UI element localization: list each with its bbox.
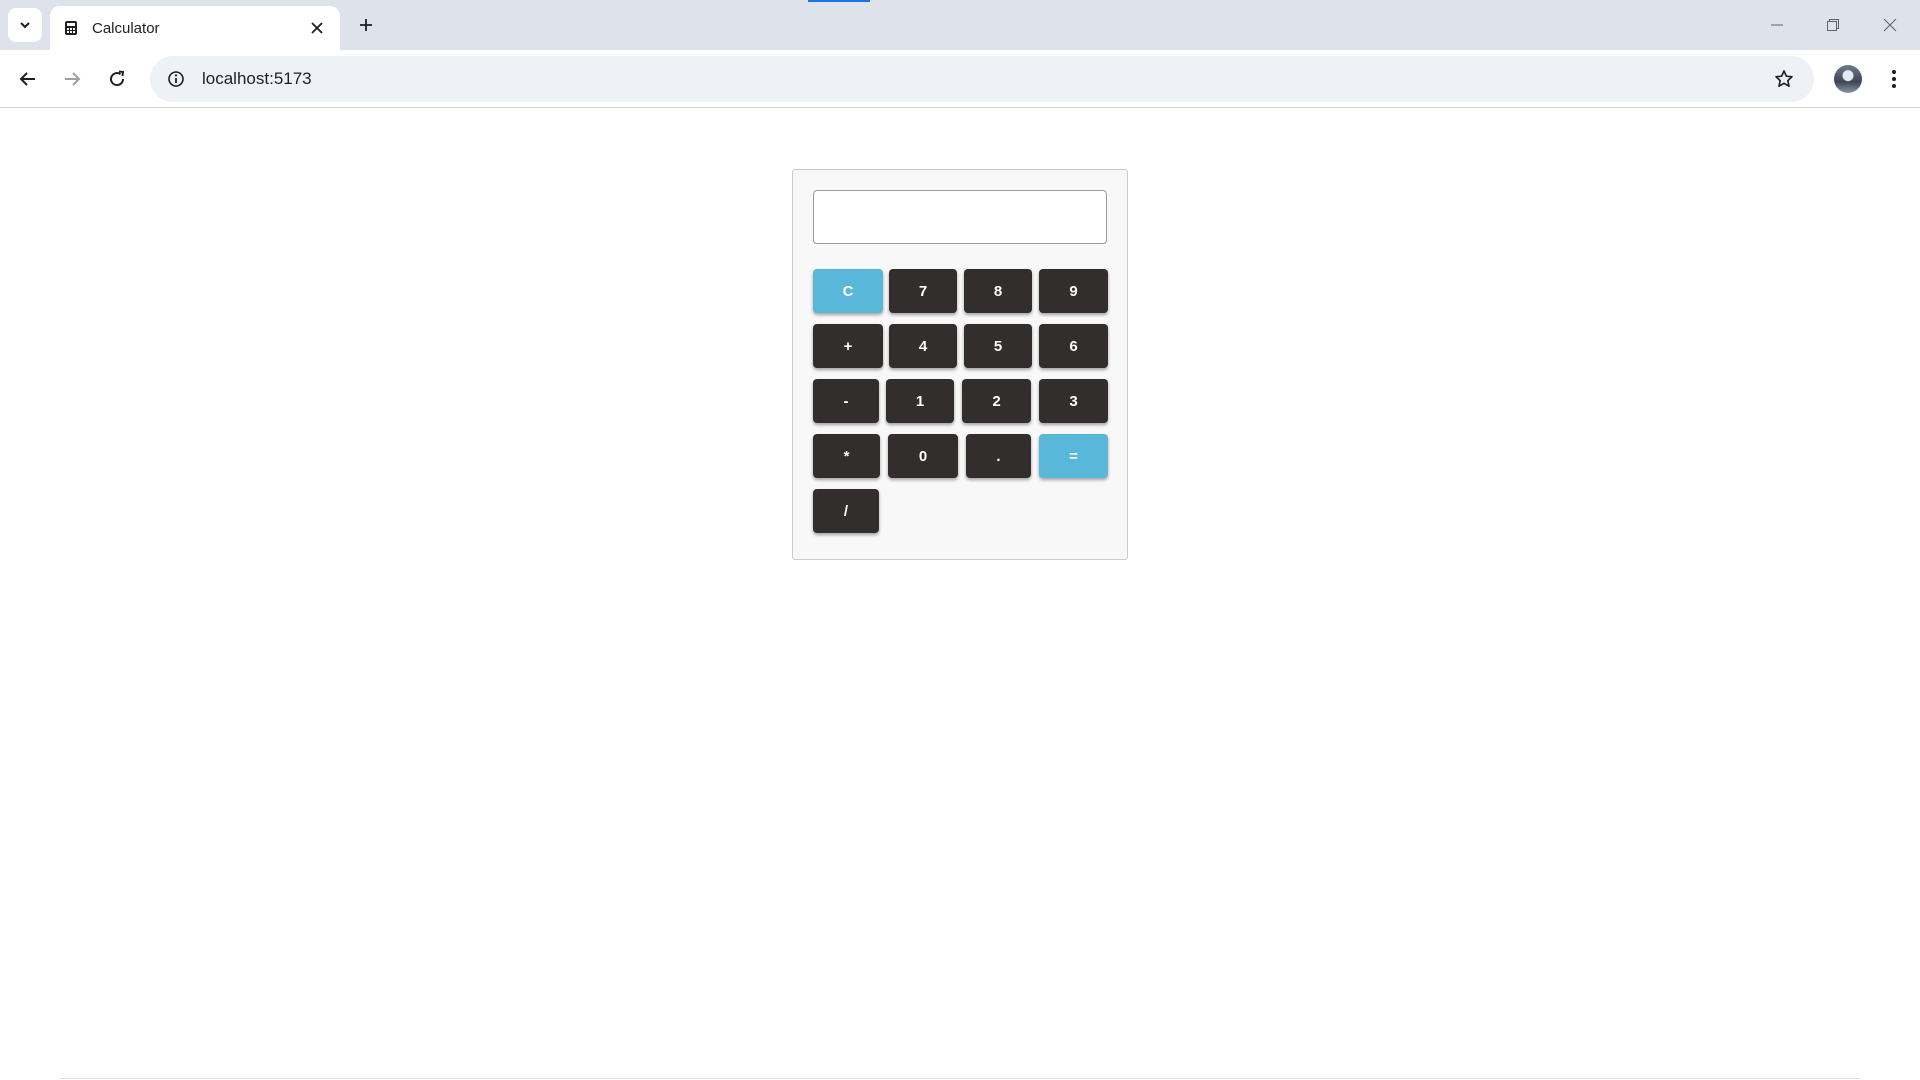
forward-button[interactable] <box>56 63 88 95</box>
key-3[interactable]: 3 <box>1039 379 1108 423</box>
divide-button[interactable]: / <box>813 489 879 533</box>
key-9[interactable]: 9 <box>1039 269 1108 313</box>
reload-icon <box>110 70 125 87</box>
close-window-icon <box>1883 18 1897 32</box>
key-6[interactable]: 6 <box>1039 324 1108 368</box>
browser-toolbar: localhost:5173 <box>0 50 1920 108</box>
plus-button[interactable]: + <box>813 324 883 368</box>
key-5[interactable]: 5 <box>964 324 1032 368</box>
tab-strip: Calculator <box>0 0 1920 50</box>
new-tab-button[interactable] <box>352 11 380 39</box>
tab-calculator[interactable]: Calculator <box>50 6 340 50</box>
chevron-down-icon <box>20 22 30 29</box>
restore-icon <box>1827 19 1839 31</box>
star-icon <box>1775 70 1793 87</box>
page-viewport: C 7 8 9 + 4 5 6 - 1 2 3 * 0 . = / <box>0 109 1920 1080</box>
close-window-button[interactable] <box>1875 10 1905 40</box>
key-7[interactable]: 7 <box>889 269 957 313</box>
tab-title: Calculator <box>92 19 160 37</box>
restore-button[interactable] <box>1818 10 1848 40</box>
decimal-button[interactable]: . <box>966 434 1031 478</box>
calculator: C 7 8 9 + 4 5 6 - 1 2 3 * 0 . = / <box>792 169 1128 560</box>
key-2[interactable]: 2 <box>962 379 1031 423</box>
address-bar[interactable]: localhost:5173 <box>150 56 1814 102</box>
close-icon <box>311 22 323 34</box>
profile-avatar[interactable] <box>1834 65 1862 93</box>
minus-button[interactable]: - <box>813 379 879 423</box>
tab-loading-indicator <box>808 0 870 2</box>
minimize-button[interactable] <box>1762 10 1792 40</box>
arrow-left-icon <box>19 72 35 86</box>
url-text[interactable]: localhost:5173 <box>202 69 1764 89</box>
arrow-right-icon <box>65 72 81 86</box>
key-4[interactable]: 4 <box>889 324 957 368</box>
equals-button[interactable]: = <box>1039 434 1108 478</box>
site-info-button[interactable] <box>156 59 196 99</box>
minimize-icon <box>1771 24 1783 26</box>
reload-button[interactable] <box>101 63 133 95</box>
kebab-menu-icon <box>1892 70 1896 88</box>
plus-icon <box>360 19 372 31</box>
tab-close-button[interactable] <box>306 17 328 39</box>
key-1[interactable]: 1 <box>886 379 954 423</box>
clear-button[interactable]: C <box>813 269 883 313</box>
browser-menu-button[interactable] <box>1878 63 1910 95</box>
bookmark-button[interactable] <box>1764 59 1804 99</box>
tab-search-button[interactable] <box>8 8 42 42</box>
bottom-divider <box>60 1078 1860 1079</box>
back-button[interactable] <box>12 63 44 95</box>
key-0[interactable]: 0 <box>888 434 958 478</box>
info-icon <box>168 71 184 87</box>
key-8[interactable]: 8 <box>964 269 1032 313</box>
calculator-display[interactable] <box>813 190 1107 244</box>
calculator-icon <box>62 19 80 37</box>
multiply-button[interactable]: * <box>813 434 880 478</box>
